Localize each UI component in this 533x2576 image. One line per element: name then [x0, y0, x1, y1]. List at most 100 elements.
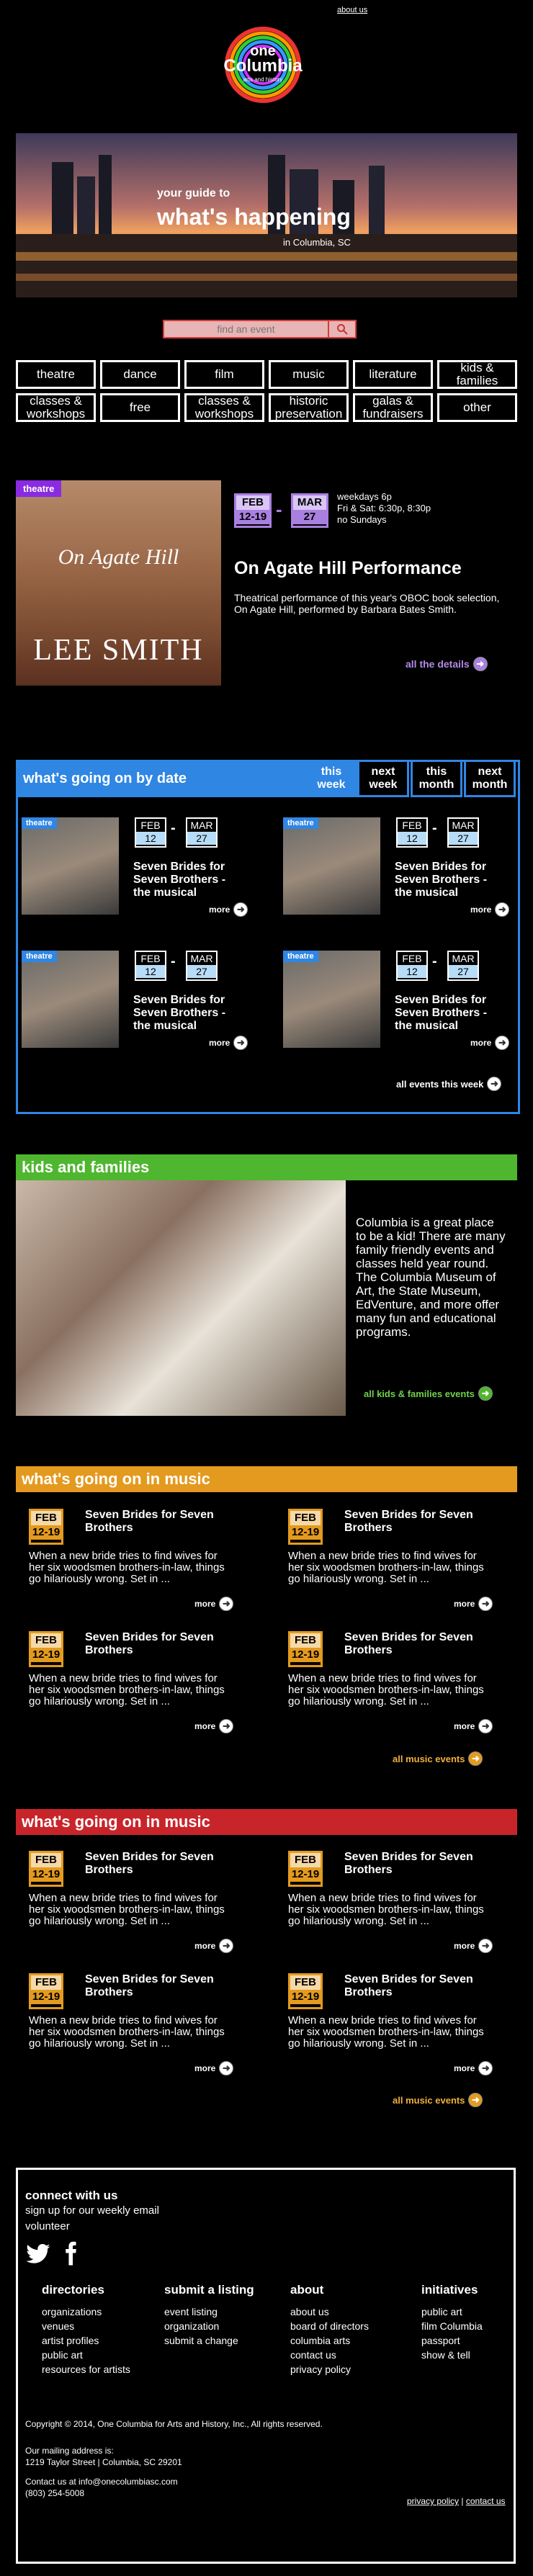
logo[interactable]: one Columbia arts and history	[209, 23, 317, 109]
by-date-section	[16, 760, 520, 1114]
event-description: When a new bride tries to find wives for…	[288, 1550, 484, 1585]
privacy-policy-link[interactable]: privacy policy	[407, 2496, 459, 2506]
all-details-link[interactable]: all the details ➜	[406, 657, 488, 671]
event-card[interactable]: theatre FEB 12 - MAR 27 Seven Brides for S…	[22, 951, 248, 1050]
music-event[interactable]: FEB 12-19 Seven Brides for Seven Brothers…	[288, 1631, 493, 1733]
all-events-label: all events this week	[396, 1078, 484, 1090]
event-title[interactable]: Seven Brides for Seven Brothers	[85, 1509, 258, 1535]
event-title[interactable]: Seven Brides for Seven Brothers	[344, 1631, 517, 1657]
event-title[interactable]: Seven Brides for Seven Brothers	[85, 1973, 258, 1999]
footer-link[interactable]: board of directors	[290, 2319, 369, 2333]
contact-us-link[interactable]: contact us	[466, 2496, 506, 2506]
signup-link[interactable]: sign up for our weekly email	[25, 2204, 159, 2217]
footer-link[interactable]: submit a change	[164, 2333, 254, 2348]
music-event[interactable]: FEB 12-19 Seven Brides for Seven Brothers…	[288, 1509, 493, 1611]
arrow-right-icon: ➜	[219, 1597, 234, 1611]
tab-next-month[interactable]: next month	[464, 760, 516, 797]
about-us-link[interactable]: about us	[337, 6, 367, 14]
more-link[interactable]: more ➜	[454, 2061, 493, 2075]
category-historic-preservation[interactable]: historic preservation	[269, 393, 349, 422]
category-other[interactable]: other	[437, 393, 517, 422]
category-classes-workshops[interactable]: classes & workshops	[16, 393, 96, 422]
schedule-line: weekdays 6p	[337, 491, 392, 502]
footer-link[interactable]: public art	[421, 2305, 483, 2319]
footer-link[interactable]: show & tell	[421, 2348, 483, 2362]
all-events-this-week-link[interactable]: all events this week ➜	[396, 1077, 502, 1091]
footer-link[interactable]: event listing	[164, 2305, 254, 2319]
twitter-icon[interactable]	[25, 2240, 51, 2266]
more-link[interactable]: more ➜	[470, 1036, 510, 1050]
footer-link[interactable]: passport	[421, 2333, 483, 2348]
more-link[interactable]: more ➜	[209, 902, 248, 917]
event-title[interactable]: Seven Brides for Seven Brothers - the mu…	[395, 861, 499, 899]
category-music[interactable]: music	[269, 360, 349, 389]
tab-next-week[interactable]: next week	[357, 760, 409, 797]
more-link[interactable]: more ➜	[470, 902, 510, 917]
music-event[interactable]: FEB 12-19 Seven Brides for Seven Brothers…	[288, 1851, 493, 1953]
event-title[interactable]: Seven Brides for Seven Brothers	[85, 1631, 258, 1657]
footer-link[interactable]: privacy policy	[290, 2362, 369, 2377]
hero-line3: in Columbia, SC	[283, 237, 351, 248]
category-classes-workshops-2[interactable]: classes & workshops	[184, 393, 264, 422]
book-title: On Agate Hill	[58, 545, 179, 569]
more-link[interactable]: more ➜	[194, 2061, 234, 2075]
start-month: FEB	[140, 820, 161, 831]
tab-this-month[interactable]: this month	[411, 760, 462, 797]
footer-link[interactable]: resources for artists	[42, 2362, 130, 2377]
featured-book-cover[interactable]: On Agate Hill LEE SMITH	[16, 480, 221, 686]
more-link[interactable]: more ➜	[209, 1036, 248, 1050]
event-start-date: FEB 12	[396, 951, 428, 981]
footer-link[interactable]: about us	[290, 2305, 369, 2319]
more-link[interactable]: more ➜	[194, 1939, 234, 1953]
event-title[interactable]: Seven Brides for Seven Brothers - the mu…	[133, 994, 238, 1033]
event-title[interactable]: Seven Brides for Seven Brothers	[85, 1851, 258, 1877]
all-music-events-link[interactable]: all music events ➜	[393, 1751, 483, 1766]
category-theatre[interactable]: theatre	[16, 360, 96, 389]
more-link[interactable]: more ➜	[454, 1719, 493, 1733]
category-film[interactable]: film	[184, 360, 264, 389]
search-input[interactable]	[164, 321, 328, 337]
search-button[interactable]	[328, 321, 355, 337]
category-galas-fundraisers[interactable]: galas & fundraisers	[353, 393, 433, 422]
book-author: LEE SMITH	[33, 634, 204, 667]
music-event[interactable]: FEB 12-19 Seven Brides for Seven Brothers…	[29, 1631, 234, 1733]
footer-link[interactable]: film Columbia	[421, 2319, 483, 2333]
category-free[interactable]: free	[100, 393, 180, 422]
event-title[interactable]: Seven Brides for Seven Brothers - the mu…	[395, 994, 499, 1033]
volunteer-link[interactable]: volunteer	[25, 2220, 70, 2232]
event-card[interactable]: theatre FEB 12 - MAR 27 Seven Brides for S…	[22, 817, 248, 917]
tab-this-week[interactable]: this week	[305, 760, 357, 797]
all-music-events-link[interactable]: all music events ➜	[393, 2093, 483, 2107]
category-kids-families[interactable]: kids & families	[437, 360, 517, 389]
footer-link[interactable]: columbia arts	[290, 2333, 369, 2348]
footer-link[interactable]: public art	[42, 2348, 130, 2362]
footer-link[interactable]: artist profiles	[42, 2333, 130, 2348]
more-label: more	[454, 1941, 475, 1951]
event-title[interactable]: Seven Brides for Seven Brothers	[344, 1509, 517, 1535]
footer-link[interactable]: venues	[42, 2319, 130, 2333]
event-card[interactable]: theatre FEB 12 - MAR 27 Seven Brides for S…	[283, 817, 510, 917]
facebook-icon[interactable]	[58, 2240, 84, 2266]
contact-email[interactable]: Contact us at info@onecolumbiasc.com	[25, 2476, 178, 2487]
music-event[interactable]: FEB 12-19 Seven Brides for Seven Brothers…	[29, 1973, 234, 2075]
event-title[interactable]: Seven Brides for Seven Brothers	[344, 1851, 517, 1877]
event-title[interactable]: Seven Brides for Seven Brothers	[344, 1973, 517, 1999]
footer-link[interactable]: organization	[164, 2319, 254, 2333]
more-link[interactable]: more ➜	[194, 1719, 234, 1733]
more-link[interactable]: more ➜	[194, 1597, 234, 1611]
featured-title[interactable]: On Agate Hill Performance	[234, 558, 462, 579]
more-link[interactable]: more ➜	[454, 1939, 493, 1953]
event-card[interactable]: theatre FEB 12 - MAR 27 Seven Brides for S…	[283, 951, 510, 1050]
featured-description: Theatrical performance of this year's OB…	[234, 592, 500, 615]
music-event[interactable]: FEB 12-19 Seven Brides for Seven Brothers…	[288, 1973, 493, 2075]
footer-link[interactable]: organizations	[42, 2305, 130, 2319]
more-link[interactable]: more ➜	[454, 1597, 493, 1611]
all-kids-events-link[interactable]: all kids & families events ➜	[364, 1386, 493, 1401]
category-literature[interactable]: literature	[353, 360, 433, 389]
music-event[interactable]: FEB 12-19 Seven Brides for Seven Brothers…	[29, 1509, 234, 1611]
footer-link[interactable]: contact us	[290, 2348, 369, 2362]
music-event[interactable]: FEB 12-19 Seven Brides for Seven Brothers…	[29, 1851, 234, 1953]
category-dance[interactable]: dance	[100, 360, 180, 389]
event-title[interactable]: Seven Brides for Seven Brothers - the mu…	[133, 861, 238, 899]
event-description: When a new bride tries to find wives for…	[288, 1892, 484, 1927]
